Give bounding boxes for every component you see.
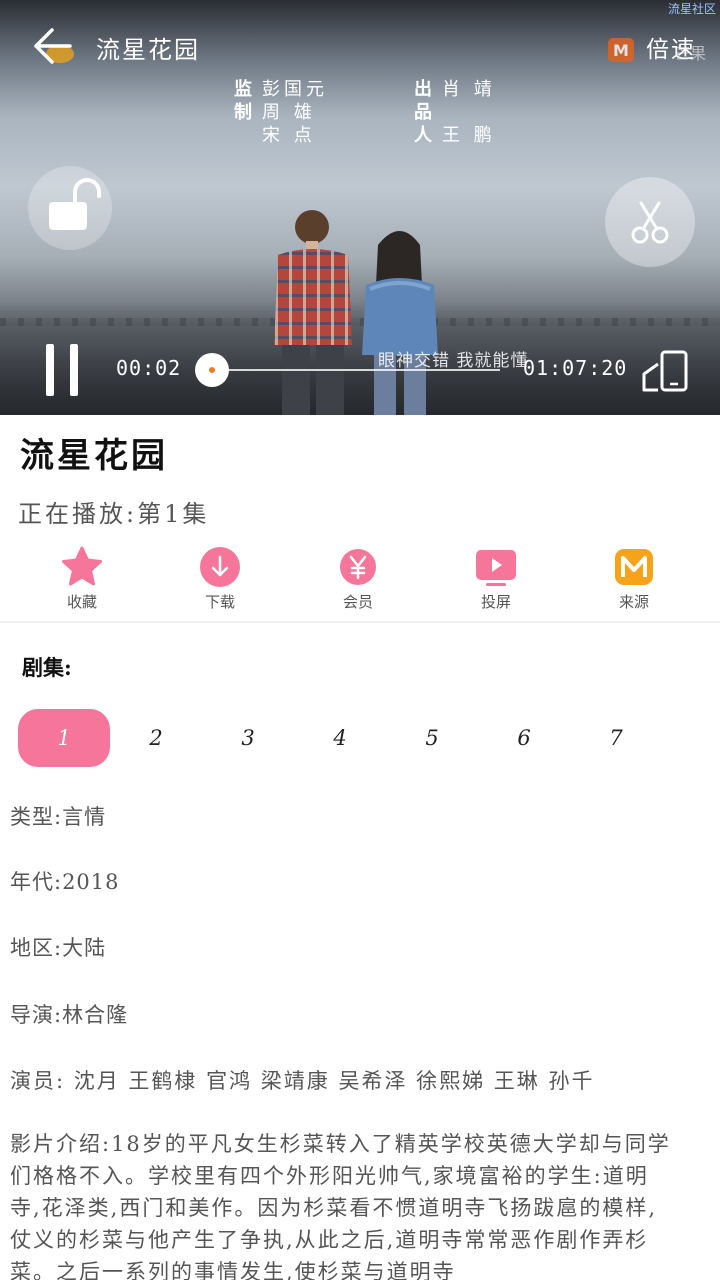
mango-logo-icon: M	[608, 38, 634, 62]
back-arrow-icon	[34, 28, 74, 64]
pause-bar-icon	[70, 344, 78, 396]
source-button[interactable]: 来源	[579, 545, 689, 617]
now-playing: 正在播放:第1集	[18, 500, 210, 528]
pause-button[interactable]	[42, 344, 82, 396]
screen-lock-button[interactable]	[28, 166, 112, 250]
detail-cast: 演员: 沈月 王鹤棣 官鸿 梁靖康 吴希泽 徐熙娣 王琳 孙千	[10, 1069, 595, 1093]
cast-label: 投屏	[480, 593, 511, 611]
speed-button[interactable]: 倍速	[646, 30, 696, 64]
mango-tv-icon	[615, 549, 653, 585]
collect-button[interactable]: 收藏	[27, 545, 137, 617]
download-label: 下载	[204, 593, 235, 611]
progress-thumb[interactable]	[195, 353, 229, 387]
credit-role-char: 出	[414, 79, 432, 100]
vip-label: 会员	[342, 593, 373, 611]
credit-role-char: 制	[234, 102, 252, 123]
detail-year: 年代:2018	[10, 870, 120, 894]
rotate-screen-button[interactable]	[640, 348, 690, 394]
episode-button[interactable]: 4	[294, 709, 386, 767]
current-time: 00:02	[116, 356, 182, 380]
video-frame-couple	[274, 210, 438, 415]
unlock-icon	[49, 178, 101, 230]
clip-button[interactable]	[605, 177, 695, 267]
episode-button[interactable]: 5	[386, 709, 478, 767]
download-button[interactable]: 下载	[165, 545, 275, 617]
credit-role-char: 人	[414, 125, 432, 146]
vip-button[interactable]: 会员	[303, 545, 413, 617]
credit-role-char: 品	[414, 102, 432, 123]
player-title: 流星花园	[96, 36, 200, 64]
yen-coin-icon	[340, 549, 376, 585]
credit-name: 肖 靖	[442, 79, 496, 100]
rotate-screen-icon	[642, 350, 688, 392]
episode-button[interactable]: 7	[570, 709, 662, 767]
total-time: 01:07:20	[523, 356, 628, 380]
credit-name: 王 鹏	[442, 125, 496, 146]
detail-director: 导演:林合隆	[10, 1003, 129, 1027]
episode-button[interactable]: 6	[478, 709, 570, 767]
download-icon	[200, 547, 240, 587]
episode-button[interactable]: 2	[110, 709, 202, 767]
collect-label: 收藏	[66, 593, 97, 611]
watermark: 流星社区	[667, 2, 716, 16]
episode-button[interactable]: 1	[18, 709, 110, 767]
cast-screen-icon	[476, 550, 516, 586]
pause-bar-icon	[46, 344, 54, 396]
credit-name: 宋 点	[262, 125, 316, 146]
credit-role-char: 监	[234, 79, 252, 100]
credit-name: 彭国元	[262, 79, 328, 100]
detail-type: 类型:言情	[10, 805, 107, 829]
source-label: 来源	[618, 593, 649, 611]
show-title: 流星花园	[20, 436, 168, 476]
video-subtitle: 眼神交错 我就能懂	[378, 351, 529, 371]
action-bar: 收藏 下载 会员 投屏 来源	[0, 545, 720, 623]
video-player[interactable]: 流星社区 流星花园 M 芒果 倍速 监 制 彭国元 周 雄 宋 点 出 品 人 …	[0, 0, 720, 415]
episode-button[interactable]: 3	[202, 709, 294, 767]
cast-button[interactable]: 投屏	[441, 545, 551, 617]
scissors-icon	[631, 201, 669, 244]
episodes-label: 剧集:	[22, 655, 72, 680]
episode-list: 1 2 3 4 5 6 7	[18, 709, 708, 767]
detail-synopsis: 影片介绍:18岁的平凡女生杉菜转入了精英学校英德大学却与同学们格格不入。学校里有…	[10, 1132, 671, 1280]
detail-region: 地区:大陆	[10, 936, 107, 960]
credit-name: 周 雄	[262, 102, 316, 123]
back-button[interactable]	[28, 22, 76, 70]
progress-dot	[209, 367, 215, 373]
star-icon	[62, 546, 102, 586]
